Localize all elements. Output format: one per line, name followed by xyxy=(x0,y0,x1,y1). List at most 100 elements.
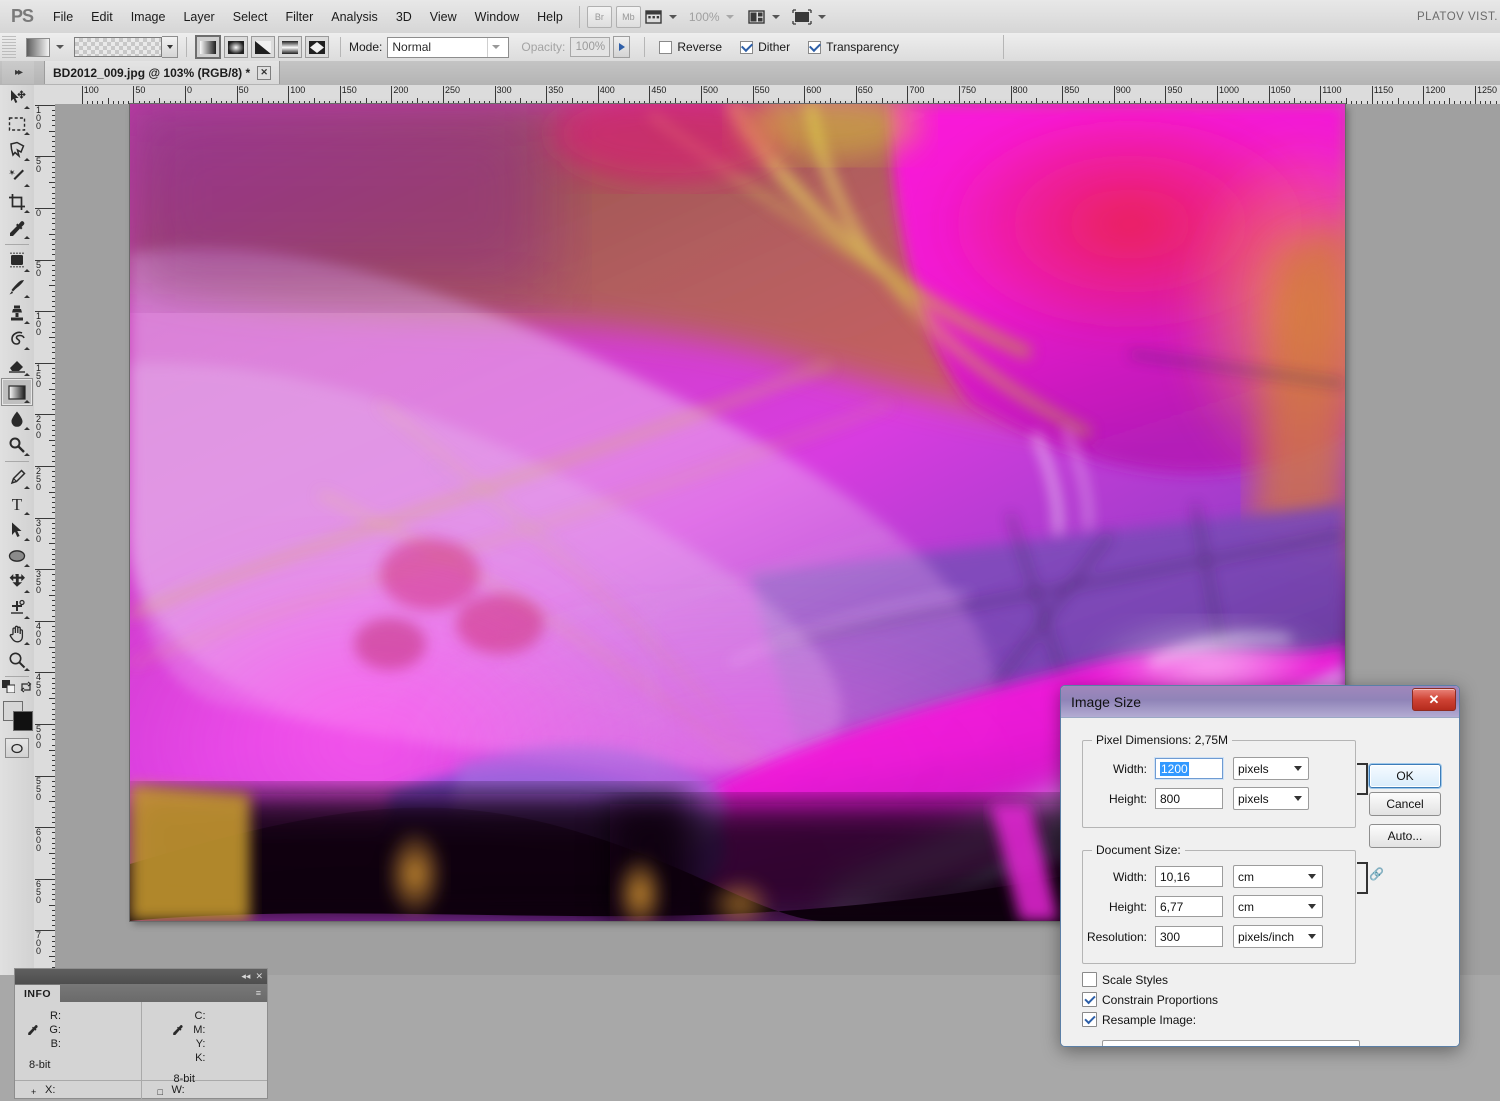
quick-mask-toggle[interactable] xyxy=(5,738,29,758)
gradient-picker-dropdown[interactable] xyxy=(162,36,178,58)
vertical-ruler[interactable]: 100 50 0 50 100 150 200 250 300 350 400 450 500 550 60… xyxy=(34,104,56,975)
menu-item-help[interactable]: Help xyxy=(528,6,572,28)
checkbox-reverse[interactable]: Reverse xyxy=(659,40,722,54)
menu-item-select[interactable]: Select xyxy=(224,6,277,28)
collapse-icon[interactable]: ◂◂ xyxy=(241,972,250,981)
doc-width-unit-select[interactable]: cm xyxy=(1233,865,1323,888)
menu-item-view[interactable]: View xyxy=(421,6,466,28)
doc-resolution-input[interactable]: 300 xyxy=(1155,926,1223,947)
panel-menu-icon[interactable]: ≡ xyxy=(256,988,267,998)
blend-mode-select[interactable]: Normal xyxy=(387,36,510,58)
view-extras-chevron-down-icon[interactable] xyxy=(668,14,677,19)
info-panel[interactable]: ◂◂ ✕ INFO ≡ R: G: B: 8-bit C: M: Y: K: 8-bit … xyxy=(14,968,268,1101)
close-icon[interactable]: ✕ xyxy=(255,972,263,981)
3d-rotate-tool[interactable] xyxy=(2,569,32,595)
angle-gradient-icon[interactable] xyxy=(251,36,275,58)
doc-width-input[interactable]: 10,16 xyxy=(1155,866,1223,887)
document-tab[interactable]: BD2012_009.jpg @ 103% (RGB/8) * ✕ xyxy=(44,61,281,84)
opacity-slider-button[interactable] xyxy=(613,36,631,58)
ellipse-shape-tool[interactable] xyxy=(2,543,32,569)
doc-resolution-unit-select[interactable]: pixels/inch xyxy=(1233,925,1323,948)
blend-mode-chevron-down-icon[interactable] xyxy=(487,37,504,57)
bridge-button[interactable]: Br xyxy=(586,5,612,28)
options-bar-grip[interactable] xyxy=(2,36,16,58)
zoom-chevron-down-icon[interactable] xyxy=(725,14,734,19)
checkbox-box-transparency[interactable] xyxy=(808,40,822,54)
history-brush-tool[interactable] xyxy=(2,326,32,352)
swap-colors-icon[interactable] xyxy=(20,681,32,696)
default-colors-icon[interactable] xyxy=(2,680,16,696)
lasso-tool[interactable] xyxy=(2,137,32,163)
arrange-documents-button[interactable] xyxy=(747,7,766,27)
dialog-button-ok[interactable]: OK xyxy=(1369,764,1441,788)
panel-expand-arrows[interactable]: ▸▸ xyxy=(2,61,34,84)
magic-wand-tool[interactable] xyxy=(2,163,32,189)
dialog-button-auto[interactable]: Auto... xyxy=(1369,824,1441,848)
linear-gradient-icon[interactable] xyxy=(195,35,221,59)
menu-item-image[interactable]: Image xyxy=(122,6,175,28)
ruler-corner[interactable] xyxy=(34,85,56,105)
close-icon[interactable]: ✕ xyxy=(257,65,272,80)
gradient-preset-swatch[interactable] xyxy=(26,37,50,57)
menu-item-filter[interactable]: Filter xyxy=(276,6,322,28)
dialog-title-bar[interactable]: Image Size ✕ xyxy=(1061,686,1459,718)
menu-item-window[interactable]: Window xyxy=(466,6,528,28)
eraser-tool[interactable] xyxy=(2,352,32,378)
workspace-switcher[interactable]: PLATOV VIST. xyxy=(1417,11,1500,23)
tab-info[interactable]: INFO xyxy=(15,984,61,1002)
image-size-dialog[interactable]: Image Size ✕ Pixel Dimensions: 2,75M Wid… xyxy=(1060,685,1460,1047)
checkbox-box-dither[interactable] xyxy=(740,40,754,54)
pixel-width-input[interactable]: 1200 xyxy=(1155,758,1223,779)
dialog-checkbox-scale-styles[interactable]: Scale Styles xyxy=(1082,972,1168,987)
menu-item-3d[interactable]: 3D xyxy=(387,6,421,28)
horizontal-ruler[interactable]: 100 50 0 50 100 150 200 250 300 350 400 450 500 550 60… xyxy=(55,85,1500,105)
zoom-tool[interactable] xyxy=(2,647,32,673)
close-icon[interactable]: ✕ xyxy=(1412,688,1456,711)
rectangular-marquee-tool[interactable] xyxy=(2,111,32,137)
menu-item-analysis[interactable]: Analysis xyxy=(322,6,387,28)
3d-camera-tool[interactable] xyxy=(2,595,32,621)
resample-method-select[interactable]: Bicubic (best for smooth gradients) xyxy=(1102,1040,1360,1046)
opacity-input[interactable]: 100% xyxy=(570,37,611,57)
dialog-button-cancel[interactable]: Cancel xyxy=(1369,792,1441,816)
arrange-chevron-down-icon[interactable] xyxy=(771,14,780,19)
gradient-tool[interactable] xyxy=(1,378,33,406)
menu-item-file[interactable]: File xyxy=(44,6,82,28)
clone-stamp-tool[interactable] xyxy=(2,300,32,326)
diamond-gradient-icon[interactable] xyxy=(305,36,329,58)
doc-height-input[interactable]: 6,77 xyxy=(1155,896,1223,917)
reflected-gradient-icon[interactable] xyxy=(278,36,302,58)
pixel-height-unit-select[interactable]: pixels xyxy=(1233,787,1309,810)
checkbox-box[interactable] xyxy=(1082,992,1097,1007)
screen-mode-button[interactable] xyxy=(791,7,812,27)
menu-item-layer[interactable]: Layer xyxy=(174,6,223,28)
checkbox-box[interactable] xyxy=(1082,1012,1097,1027)
blur-tool[interactable] xyxy=(2,406,32,432)
foreground-background-color[interactable] xyxy=(2,700,33,731)
checkbox-box[interactable] xyxy=(1082,972,1097,987)
radial-gradient-icon[interactable] xyxy=(224,36,248,58)
checkbox-transparency[interactable]: Transparency xyxy=(808,40,899,54)
checkbox-box-reverse[interactable] xyxy=(659,40,673,54)
checkbox-dither[interactable]: Dither xyxy=(740,40,790,54)
dodge-tool[interactable] xyxy=(2,432,32,458)
pixel-width-unit-select[interactable]: pixels xyxy=(1233,757,1309,780)
gradient-editor-preview[interactable] xyxy=(74,37,162,57)
dialog-checkbox-constrain-proportions[interactable]: Constrain Proportions xyxy=(1082,992,1218,1007)
move-tool[interactable] xyxy=(2,85,32,111)
crop-tool[interactable] xyxy=(2,189,32,215)
mini-bridge-button[interactable]: Mb xyxy=(615,5,641,28)
doc-height-unit-select[interactable]: cm xyxy=(1233,895,1323,918)
eyedropper-tool[interactable] xyxy=(2,215,32,241)
healing-brush-tool[interactable] xyxy=(2,248,32,274)
hand-tool[interactable] xyxy=(2,621,32,647)
gradient-preset-chevron-down-icon[interactable] xyxy=(56,45,64,49)
pixel-height-input[interactable]: 800 xyxy=(1155,788,1223,809)
view-extras-button[interactable] xyxy=(645,7,663,27)
pen-tool[interactable] xyxy=(2,465,32,491)
dialog-checkbox-resample-image[interactable]: Resample Image: xyxy=(1082,1012,1196,1027)
menu-item-edit[interactable]: Edit xyxy=(82,6,122,28)
path-selection-tool[interactable] xyxy=(2,517,32,543)
background-color-swatch[interactable] xyxy=(13,711,33,731)
type-tool[interactable]: T xyxy=(2,491,32,517)
